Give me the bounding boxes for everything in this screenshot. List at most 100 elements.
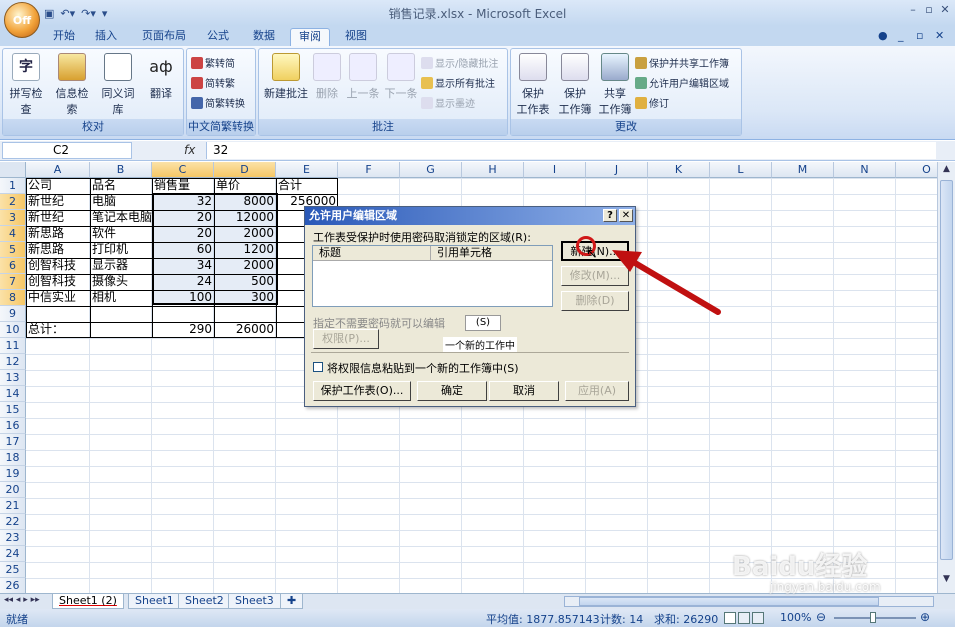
scroll-up-icon[interactable]: ▲ (940, 164, 953, 177)
sheet-tab-2[interactable]: Sheet1 (128, 594, 181, 609)
column-header-a[interactable]: A (26, 162, 90, 178)
save-icon[interactable]: ▣ (44, 7, 54, 20)
cell[interactable]: 8000 (214, 194, 276, 210)
allow-edit-ranges-button[interactable]: 允许用户编辑区域 (635, 75, 729, 90)
next-comment-button[interactable]: 下一条 (383, 53, 419, 101)
row-header-3[interactable]: 3 (0, 210, 26, 226)
cell[interactable]: 20 (152, 210, 214, 226)
minimize-button[interactable]: – (906, 3, 920, 17)
row-header-21[interactable]: 21 (0, 498, 26, 514)
hscroll-thumb[interactable] (579, 597, 879, 606)
ranges-listbox[interactable]: 标题 引用单元格 (312, 245, 553, 307)
tab-data[interactable]: 数据 (246, 28, 282, 46)
spell-check-button[interactable]: 字 拼写检查 (5, 53, 47, 117)
page-layout-view-icon[interactable] (738, 612, 750, 624)
cell[interactable]: 20 (152, 226, 214, 242)
row-header-5[interactable]: 5 (0, 242, 26, 258)
cell[interactable]: 创智科技 (26, 274, 90, 290)
row-header-25[interactable]: 25 (0, 562, 26, 578)
row-header-24[interactable]: 24 (0, 546, 26, 562)
apply-button[interactable]: 应用(A) (565, 381, 629, 401)
row-header-19[interactable]: 19 (0, 466, 26, 482)
ok-button[interactable]: 确定 (417, 381, 487, 401)
simp-to-trad-button[interactable]: 简转繁 (191, 75, 235, 90)
cell[interactable]: 销售量 (152, 178, 214, 194)
cell[interactable]: 单价 (214, 178, 276, 194)
row-header-14[interactable]: 14 (0, 386, 26, 402)
show-hide-comment-button[interactable]: 显示/隐藏批注 (421, 55, 498, 70)
normal-view-icon[interactable] (724, 612, 736, 624)
column-header-o[interactable]: O (896, 162, 937, 178)
cell[interactable]: 290 (152, 322, 214, 338)
tab-formulas[interactable]: 公式 (200, 28, 236, 46)
office-button[interactable]: Off (4, 2, 40, 38)
row-header-7[interactable]: 7 (0, 274, 26, 290)
row-header-6[interactable]: 6 (0, 258, 26, 274)
row-header-9[interactable]: 9 (0, 306, 26, 322)
cell[interactable]: 新思路 (26, 242, 90, 258)
maximize-button[interactable]: ▫ (922, 3, 936, 17)
row-header-18[interactable]: 18 (0, 450, 26, 466)
show-ink-button[interactable]: 显示墨迹 (421, 95, 475, 110)
translate-button[interactable]: aф 翻译 (143, 53, 179, 101)
delete-comment-button[interactable]: 删除 (313, 53, 341, 101)
cell[interactable]: 100 (152, 290, 214, 306)
column-header-d[interactable]: D (214, 162, 276, 178)
zoom-slider-thumb[interactable] (870, 612, 876, 623)
cell[interactable]: 12000 (214, 210, 276, 226)
vertical-scrollbar[interactable]: ▲ ▼ (937, 162, 955, 593)
row-header-15[interactable]: 15 (0, 402, 26, 418)
undo-icon[interactable]: ↶▾ (60, 7, 75, 20)
cell[interactable]: 中信实业 (26, 290, 90, 306)
formula-input[interactable]: 32 (206, 142, 936, 159)
fx-icon[interactable]: fx (184, 143, 195, 157)
row-header-20[interactable]: 20 (0, 482, 26, 498)
row-header-8[interactable]: 8 (0, 290, 26, 306)
thesaurus-button[interactable]: 同义词库 (97, 53, 139, 117)
help-icon[interactable]: ● (878, 29, 888, 42)
protect-share-button[interactable]: 保护并共享工作簿 (635, 55, 729, 70)
cell[interactable]: 总计： (26, 322, 90, 338)
scroll-down-icon[interactable]: ▼ (940, 574, 953, 587)
cell[interactable]: 笔记本电脑 (90, 210, 152, 226)
protect-workbook-button[interactable]: 保护 工作簿 (555, 53, 595, 117)
cell[interactable]: 软件 (90, 226, 152, 242)
dialog-help-button[interactable]: ? (603, 209, 617, 222)
zoom-out-icon[interactable]: ⊖ (816, 610, 826, 624)
wb-close-icon[interactable]: ✕ (935, 29, 944, 42)
row-header-12[interactable]: 12 (0, 354, 26, 370)
column-header-g[interactable]: G (400, 162, 462, 178)
select-all-corner[interactable] (0, 162, 26, 178)
share-workbook-button[interactable]: 共享 工作簿 (597, 53, 633, 117)
sheet-tab-3[interactable]: Sheet2 (178, 594, 231, 609)
cell[interactable]: 26000 (214, 322, 276, 338)
cell[interactable]: 新思路 (26, 226, 90, 242)
column-header-l[interactable]: L (710, 162, 772, 178)
cell[interactable]: 34 (152, 258, 214, 274)
row-header-4[interactable]: 4 (0, 226, 26, 242)
name-box[interactable]: C2 (2, 142, 132, 159)
cell[interactable]: 显示器 (90, 258, 152, 274)
column-header-c[interactable]: C (152, 162, 214, 178)
cell[interactable]: 相机 (90, 290, 152, 306)
permissions-button[interactable]: 权限(P)... (313, 329, 379, 349)
prev-comment-button[interactable]: 上一条 (345, 53, 381, 101)
column-header-e[interactable]: E (276, 162, 338, 178)
cell[interactable]: 合计 (276, 178, 338, 194)
column-header-j[interactable]: J (586, 162, 648, 178)
column-header-f[interactable]: F (338, 162, 400, 178)
show-all-comments-button[interactable]: 显示所有批注 (421, 75, 495, 90)
cell[interactable]: 新世纪 (26, 194, 90, 210)
row-header-13[interactable]: 13 (0, 370, 26, 386)
protect-sheet-dialog-button[interactable]: 保护工作表(O)... (313, 381, 411, 401)
wb-minimize-icon[interactable]: _ (898, 29, 904, 42)
row-header-26[interactable]: 26 (0, 578, 26, 593)
wb-restore-icon[interactable]: ▫ (916, 29, 923, 42)
cell[interactable]: 创智科技 (26, 258, 90, 274)
cancel-button[interactable]: 取消 (489, 381, 559, 401)
new-comment-button[interactable]: 新建批注 (261, 53, 311, 101)
column-header-n[interactable]: N (834, 162, 896, 178)
row-header-10[interactable]: 10 (0, 322, 26, 338)
row-header-23[interactable]: 23 (0, 530, 26, 546)
close-button[interactable]: ✕ (938, 3, 952, 17)
